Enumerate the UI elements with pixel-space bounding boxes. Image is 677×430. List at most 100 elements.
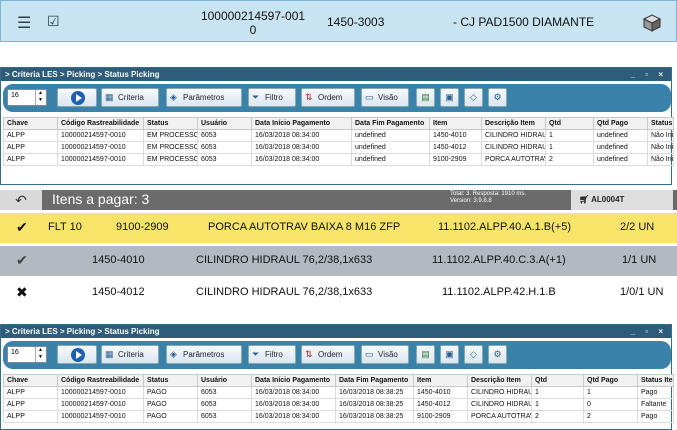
status-picking-panel-2: > Criteria LES > Picking > Status Pickin… bbox=[0, 324, 674, 430]
column-header[interactable]: Data Início Pagamento bbox=[251, 117, 352, 130]
items-to-pay-title: Itens a pagar: 3 bbox=[52, 191, 150, 207]
item-description: - CJ PAD1500 DIAMANTE bbox=[453, 15, 595, 29]
boxes-icon[interactable] bbox=[641, 11, 663, 33]
column-header[interactable]: Código Rastreabilidade bbox=[57, 117, 144, 130]
table-header-row: Chave Código Rastreabilidade Status Usuá… bbox=[3, 374, 674, 387]
code-icon: ◇ bbox=[470, 92, 477, 102]
item-code: 1450-3003 bbox=[327, 15, 385, 29]
toolbar: 16 ▲ ▼ ▦ Criteria ◈ Parâmetros ⏷ Filtro ⇅ Orde… bbox=[3, 84, 671, 112]
column-header[interactable]: Chave bbox=[3, 374, 58, 387]
window-icon: ▭ bbox=[365, 349, 374, 359]
sort-az-icon: ⇅ bbox=[305, 92, 313, 102]
column-header[interactable]: Status bbox=[143, 117, 198, 130]
menu-icon[interactable]: ☰ bbox=[17, 13, 31, 33]
column-header[interactable]: Data Fim Pagamento bbox=[351, 117, 430, 130]
column-header[interactable]: Status Item bbox=[637, 374, 674, 387]
column-header[interactable]: Data Início Pagamento bbox=[251, 374, 336, 387]
tag-icon: ◈ bbox=[170, 92, 177, 102]
column-header[interactable]: Usuário bbox=[197, 117, 252, 130]
filter-button[interactable]: ⏷ Filtro bbox=[248, 88, 296, 107]
sort-button[interactable]: ⇅ Ordem bbox=[301, 88, 355, 107]
window-controls[interactable]: _ ▫ × bbox=[631, 68, 667, 81]
export-excel-button[interactable]: ▤ bbox=[416, 345, 435, 364]
run-button[interactable] bbox=[57, 345, 97, 364]
run-button[interactable] bbox=[57, 88, 97, 107]
floppy-icon: ▣ bbox=[445, 349, 454, 359]
sort-button[interactable]: ⇅ Ordem bbox=[301, 345, 355, 364]
play-icon bbox=[71, 91, 85, 105]
spreadsheet-icon: ▤ bbox=[421, 349, 430, 359]
pay-item-row[interactable]: ✔︎ FLT 10 9100-2909 PORCA AUTOTRAV BAIXA… bbox=[0, 213, 677, 243]
page-size-spinner[interactable]: 16 ▲ ▼ bbox=[7, 346, 47, 363]
table-row[interactable]: ALPP 100000214597-0010 PAGO 6053 16/03/2018 … bbox=[3, 386, 674, 399]
column-header[interactable]: Qtd bbox=[531, 374, 584, 387]
settings-button[interactable]: ⚙ bbox=[488, 345, 507, 364]
code-button[interactable]: ◇ bbox=[464, 88, 483, 107]
save-button[interactable]: ▣ bbox=[440, 345, 459, 364]
window-controls[interactable]: _ ▫ × bbox=[631, 325, 667, 338]
item-description: PORCA AUTOTRAV BAIXA 8 M16 ZFP bbox=[208, 221, 401, 233]
column-header[interactable]: Qtd Pago bbox=[583, 374, 638, 387]
view-button[interactable]: ▭ Visão bbox=[361, 345, 409, 364]
item-address: 11.1102.ALPP.42.H.1.B bbox=[442, 286, 556, 298]
funnel-icon: ⏷ bbox=[252, 92, 260, 102]
sort-az-icon: ⇅ bbox=[305, 349, 313, 359]
item-location: FLT 10 bbox=[48, 221, 82, 233]
pay-header-bar: ↶ Itens a pagar: 3 Total: 3. Resposta: 1… bbox=[0, 190, 677, 210]
back-arrow-icon: ↶ bbox=[15, 192, 27, 208]
column-header[interactable]: Status Item bbox=[647, 117, 674, 130]
table-row[interactable]: ALPP 100000214597-0010 EM PROCESSO 6053 16/0… bbox=[3, 153, 674, 166]
code-button[interactable]: ◇ bbox=[464, 345, 483, 364]
tag-icon: ◈ bbox=[170, 349, 177, 359]
table-row[interactable]: ALPP 100000214597-0010 PAGO 6053 16/03/2018 … bbox=[3, 398, 674, 411]
column-header[interactable]: Item bbox=[413, 374, 468, 387]
user-cart-button[interactable]: 🛒︎ AL0004T bbox=[571, 190, 673, 210]
column-header[interactable]: Usuário bbox=[197, 374, 252, 387]
pay-item-row[interactable]: ✔︎ 1450-4010 CILINDRO HIDRAUL 76,2/38,1x… bbox=[0, 246, 677, 276]
breadcrumb: > Criteria LES > Picking > Status Pickin… bbox=[5, 70, 160, 79]
table-row[interactable]: ALPP 100000214597-0010 EM PROCESSO 6053 16/0… bbox=[3, 141, 674, 154]
x-mark-icon: ✖ bbox=[16, 284, 28, 300]
column-header[interactable]: Descrição Item bbox=[481, 117, 546, 130]
view-button[interactable]: ▭ Visão bbox=[361, 88, 409, 107]
table-icon: ▦ bbox=[105, 349, 114, 359]
pay-item-row[interactable]: ✖ 1450-4012 CILINDRO HIDRAUL 76,2/38,1x6… bbox=[0, 278, 677, 308]
column-header[interactable]: Chave bbox=[3, 117, 58, 130]
settings-button[interactable]: ⚙ bbox=[488, 88, 507, 107]
column-header[interactable]: Descrição Item bbox=[467, 374, 532, 387]
table-row[interactable]: ALPP 100000214597-0010 PAGO 6053 16/03/2018 … bbox=[3, 410, 674, 423]
item-code: 9100-2909 bbox=[116, 221, 169, 233]
floppy-icon: ▣ bbox=[445, 92, 454, 102]
column-header[interactable]: Qtd bbox=[545, 117, 594, 130]
criteria-button[interactable]: ▦ Criteria bbox=[101, 88, 159, 107]
page-size-spinner[interactable]: 16 ▲ ▼ bbox=[7, 89, 47, 106]
criteria-button[interactable]: ▦ Criteria bbox=[101, 345, 159, 364]
parameters-button[interactable]: ◈ Parâmetros bbox=[166, 88, 242, 107]
play-icon bbox=[71, 348, 85, 362]
column-header[interactable]: Status bbox=[143, 374, 198, 387]
status-table-2: Chave Código Rastreabilidade Status Usuá… bbox=[3, 374, 674, 423]
column-header[interactable]: Item bbox=[429, 117, 482, 130]
funnel-icon: ⏷ bbox=[252, 349, 260, 359]
table-row[interactable]: ALPP 100000214597-0010 EM PROCESSO 6053 16/0… bbox=[3, 129, 674, 142]
checklist-icon[interactable]: ☑ bbox=[47, 13, 60, 30]
response-stats: Total: 3. Resposta: 1910 ms. Version: 3.… bbox=[450, 191, 527, 204]
item-code: 1450-4012 bbox=[92, 286, 145, 298]
parameters-button[interactable]: ◈ Parâmetros bbox=[166, 345, 242, 364]
column-header[interactable]: Qtd Pago bbox=[593, 117, 648, 130]
item-quantity: 1/1 UN bbox=[622, 254, 657, 266]
item-description: CILINDRO HIDRAUL 76,2/38,1x633 bbox=[196, 254, 373, 266]
current-item-bar: ☰ ☑ 100000214597-001 0 1450-3003 - CJ PA… bbox=[0, 0, 677, 42]
item-quantity: 1/0/1 UN bbox=[620, 286, 664, 298]
export-excel-button[interactable]: ▤ bbox=[416, 88, 435, 107]
save-button[interactable]: ▣ bbox=[440, 88, 459, 107]
filter-button[interactable]: ⏷ Filtro bbox=[248, 345, 296, 364]
column-header[interactable]: Data Fim Pagamento bbox=[335, 374, 414, 387]
code-icon: ◇ bbox=[470, 349, 477, 359]
spinner-arrows-icon[interactable]: ▲ ▼ bbox=[35, 347, 45, 362]
spinner-arrows-icon[interactable]: ▲ ▼ bbox=[35, 90, 45, 105]
back-button[interactable]: ↶ bbox=[0, 190, 42, 210]
item-code: 1450-4010 bbox=[92, 254, 145, 266]
column-header[interactable]: Código Rastreabilidade bbox=[57, 374, 144, 387]
spreadsheet-icon: ▤ bbox=[421, 92, 430, 102]
